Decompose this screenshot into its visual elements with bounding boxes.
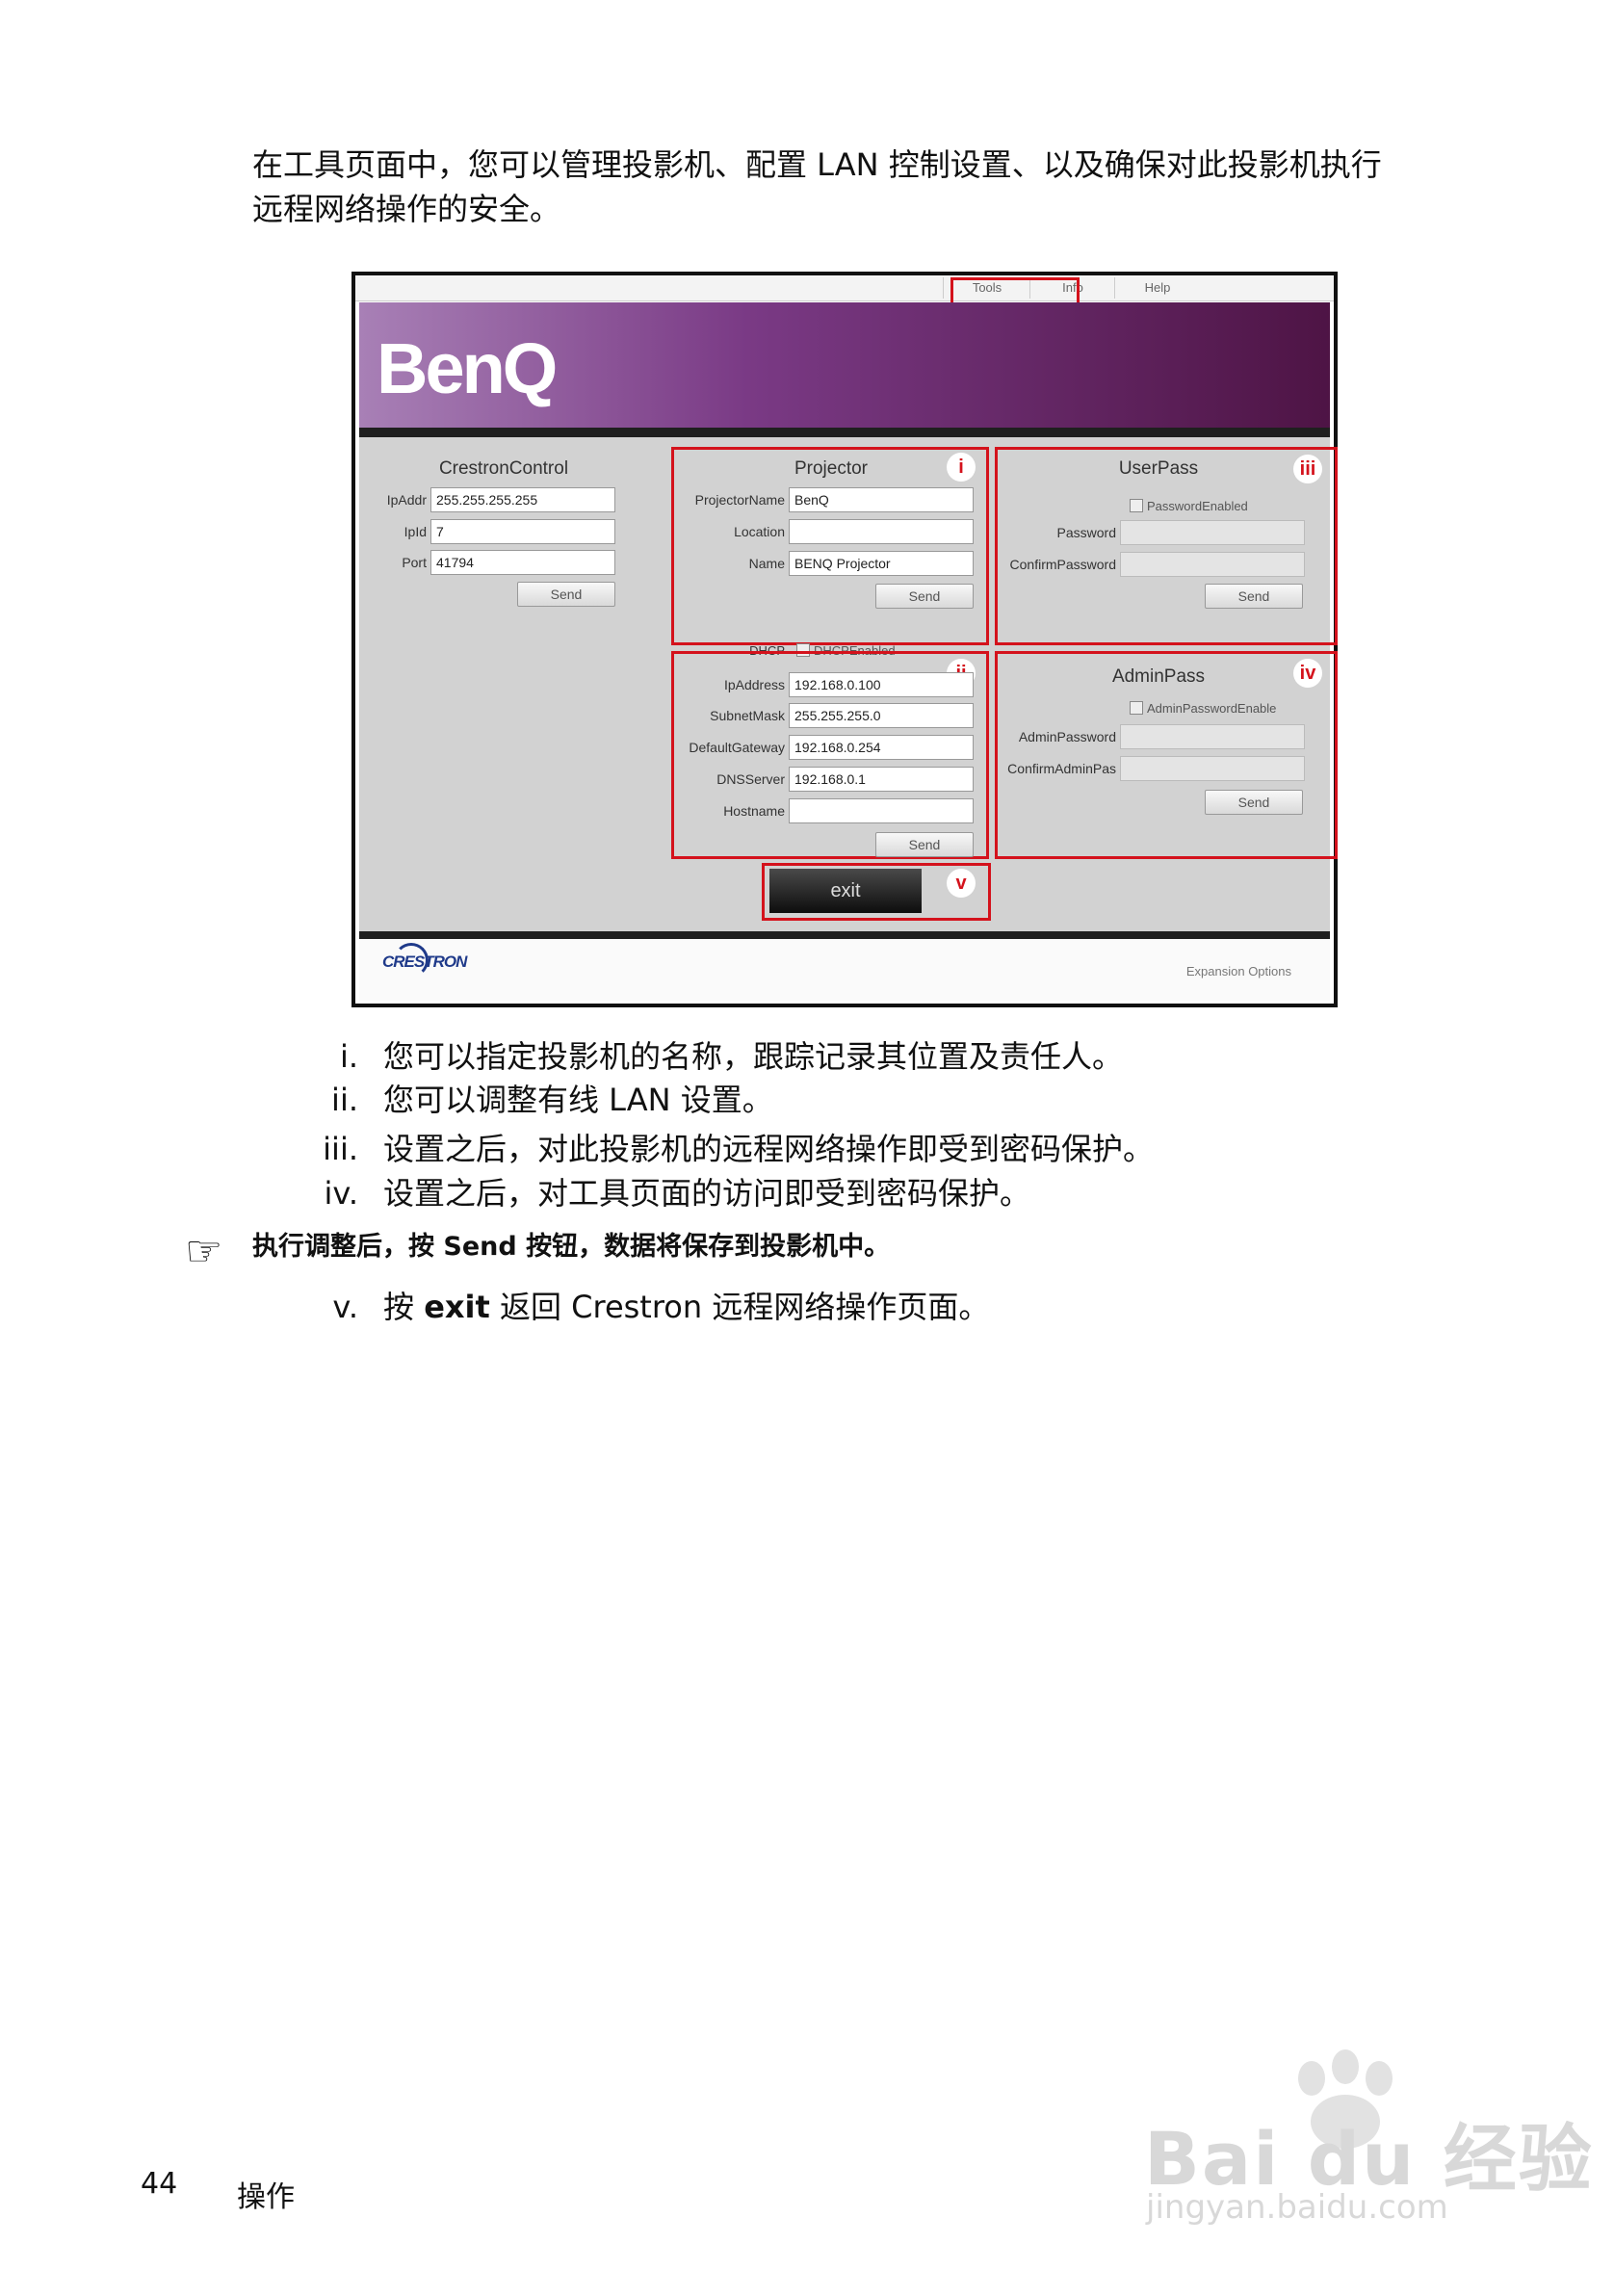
ip-address-field[interactable]: 192.168.0.100 [789,672,974,697]
adminpass-title: AdminPass [1111,666,1206,687]
item-v-exit: exit [424,1289,490,1325]
watermark-url: jingyan.baidu.com [1146,2188,1448,2227]
userpass-send-button[interactable]: Send [1205,584,1303,609]
userpass-title: UserPass [1118,458,1199,479]
name-label: Name [748,556,785,571]
nav-help[interactable]: Help [1114,277,1200,299]
projector-send-button[interactable]: Send [875,584,974,609]
list-num-2: ii. [331,1082,358,1118]
subnet-mask-label: SubnetMask [710,708,785,723]
tools-page-screenshot: Tools Info Help BenQ CrestronControl IpA… [351,272,1338,1007]
intro-line-2: 远程网络操作的安全。 [252,191,561,227]
page-number: 44 [141,2167,178,2201]
admin-password-field[interactable] [1120,724,1305,749]
ipid-label: IpId [404,524,427,539]
projector-name-field[interactable]: BenQ [789,487,974,512]
admin-password-label: AdminPassword [1018,729,1116,744]
password-field[interactable] [1120,520,1305,545]
intro-line-1: 在工具页面中，您可以管理投影机、配置 LAN 控制设置、以及确保对此投影机执行 [252,146,1382,183]
projector-name-label: ProjectorName [694,492,785,508]
list-text-3: 设置之后，对此投影机的远程网络操作即受到密码保护。 [383,1131,1155,1167]
expansion-options-link[interactable]: Expansion Options [1186,964,1291,978]
badge-iii: iii [1293,455,1322,483]
list-text-1: 您可以指定投影机的名称，跟踪记录其位置及责任人。 [383,1038,1124,1075]
password-enabled-checkbox[interactable] [1130,499,1143,512]
badge-iv: iv [1293,659,1322,688]
list-text-4: 设置之后，对工具页面的访问即受到密码保护。 [383,1175,1031,1212]
benq-header: BenQ [359,302,1330,428]
pointing-hand-icon: ☞ [185,1227,223,1276]
location-label: Location [734,524,785,539]
list-num-5: v. [332,1289,358,1325]
name-field[interactable]: BENQ Projector [789,551,974,576]
list-num-1: i. [339,1038,358,1075]
adminpass-send-button[interactable]: Send [1205,790,1303,815]
network-send-button[interactable]: Send [875,832,974,857]
screenshot-footer: CRESTRON Expansion Options [359,939,1330,1001]
exit-button[interactable]: exit [769,869,922,913]
badge-v: v [947,869,976,898]
projector-title: Projector [794,458,869,479]
list-num-4: iv. [324,1175,358,1212]
password-label: Password [1056,525,1116,540]
confirm-admin-password-field[interactable] [1120,756,1305,781]
settings-panel: CrestronControl IpAddr 255.255.255.255 I… [359,437,1338,931]
send-note: 执行调整后，按 Send 按钮，数据将保存到投影机中。 [252,1232,891,1262]
ip-address-label: IpAddress [723,677,785,692]
ipaddr-label: IpAddr [386,492,427,508]
gateway-field[interactable]: 192.168.0.254 [789,735,974,760]
ipaddr-field[interactable]: 255.255.255.255 [430,487,615,512]
password-enabled-label: PasswordEnabled [1147,499,1248,513]
confirm-password-label: ConfirmPassword [1009,557,1116,572]
confirm-admin-password-label: ConfirmAdminPas [1007,761,1116,776]
admin-password-enable-checkbox[interactable] [1130,701,1143,715]
hostname-label: Hostname [723,803,785,819]
item-v-post: 返回 Crestron 远程网络操作页面。 [489,1289,990,1325]
gateway-label: DefaultGateway [689,740,785,755]
item-v-pre: 按 [383,1289,425,1325]
dns-field[interactable]: 192.168.0.1 [789,767,974,792]
crestron-logo: CRESTRON [382,952,467,971]
crestron-control-title: CrestronControl [438,458,569,479]
port-field[interactable]: 41794 [430,550,615,575]
intro-paragraph: 在工具页面中，您可以管理投影机、配置 LAN 控制设置、以及确保对此投影机执行 … [252,143,1466,231]
header-divider [359,428,1330,437]
list-num-3: iii. [323,1131,358,1167]
benq-logo: BenQ [377,328,558,408]
admin-password-enable-label: AdminPasswordEnable [1147,701,1277,716]
ipid-field[interactable]: 7 [430,519,615,544]
crestron-send-button[interactable]: Send [517,582,615,607]
footer-divider [359,931,1330,939]
location-field[interactable] [789,519,974,544]
subnet-mask-field[interactable]: 255.255.255.0 [789,703,974,728]
port-label: Port [402,555,427,570]
hostname-field[interactable] [789,798,974,823]
badge-i: i [947,453,976,482]
dns-label: DNSServer [716,771,785,787]
list-text-2: 您可以调整有线 LAN 设置。 [383,1082,773,1118]
confirm-password-field[interactable] [1120,552,1305,577]
top-nav: Tools Info Help [355,275,1334,306]
list-text-5: 按 exit 返回 Crestron 远程网络操作页面。 [383,1285,989,1329]
section-name: 操作 [237,2180,295,2214]
